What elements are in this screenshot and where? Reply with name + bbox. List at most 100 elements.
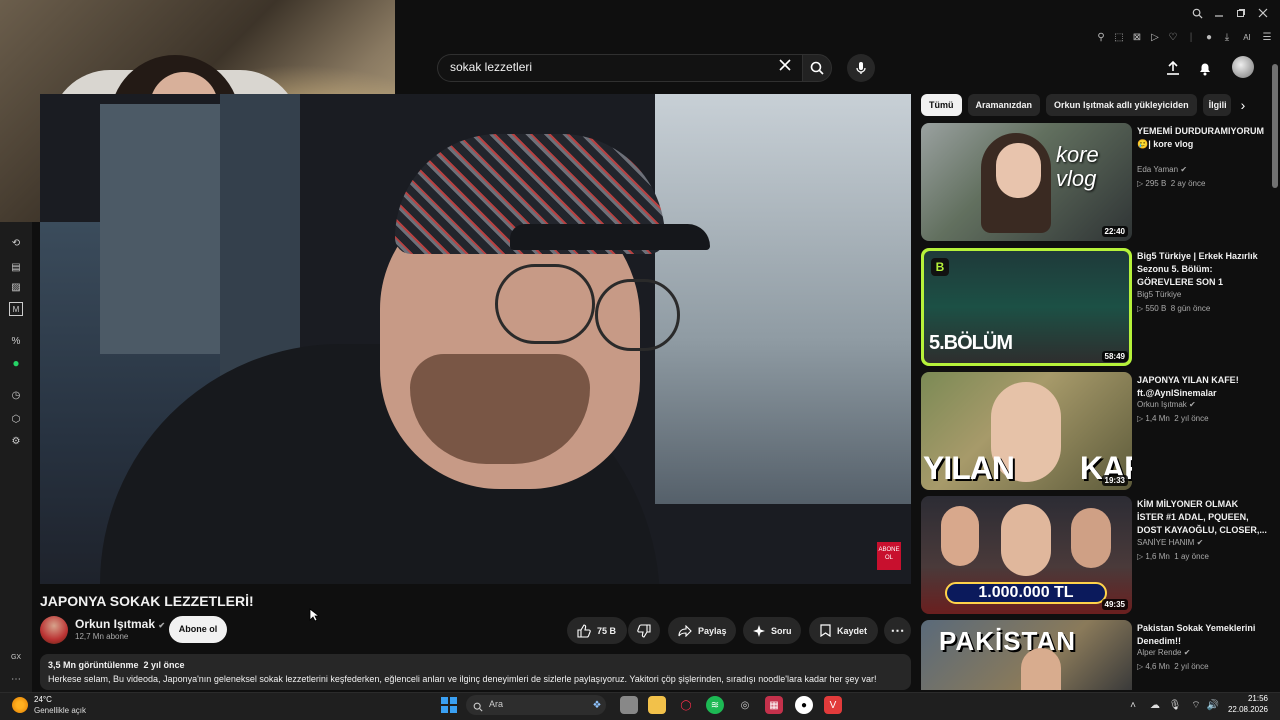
save-button[interactable]: Kaydet <box>809 617 878 644</box>
video-thumbnail[interactable]: YILAN KAFE 19:33 <box>921 372 1132 490</box>
taskbar-search[interactable] <box>466 695 606 715</box>
vivaldi-icon[interactable]: V <box>824 696 842 714</box>
dislike-button[interactable] <box>628 617 660 644</box>
list-item[interactable]: 1.000.000 TL 49:35 KİM MİLYONER OLMAK İS… <box>921 496 1271 616</box>
opera-gx-icon[interactable]: ◯ <box>677 696 695 714</box>
bag-icon[interactable]: ▤ <box>9 260 23 274</box>
rec-title[interactable]: JAPONYA YILAN KAFE! ft.@AynlSinemalar <box>1137 374 1267 400</box>
share-button[interactable]: Paylaş <box>668 617 736 644</box>
weather-icon[interactable] <box>12 697 28 713</box>
view-count-and-date: 3,5 Mn görüntülenme 2 yıl önce <box>48 660 185 670</box>
chip-related[interactable]: İlgili <box>1202 94 1231 116</box>
rec-title[interactable]: Pakistan Sokak Yemeklerini Denedim!! <box>1137 622 1267 648</box>
rec-channel-text[interactable]: Big5 Türkiye <box>1137 290 1181 299</box>
clock-time[interactable]: 21:56 <box>1238 694 1268 703</box>
more-icon[interactable]: ⋯ <box>9 672 23 686</box>
verified-icon: ✔ <box>1183 648 1191 657</box>
search-button[interactable] <box>802 54 832 82</box>
video-thumbnail[interactable]: kore vlog 22:40 <box>921 123 1132 241</box>
window-controls <box>1188 4 1272 22</box>
history-icon[interactable]: ⟲ <box>9 236 23 250</box>
play-icon[interactable]: ▷ <box>1146 28 1164 46</box>
list-item[interactable]: kore vlog 22:40 YEMEMİ DURDURAMIYORUM🥲| … <box>921 123 1271 243</box>
rec-channel-text[interactable]: Eda Yaman <box>1137 165 1178 174</box>
twitch-icon[interactable]: ▨ <box>9 280 23 294</box>
chip-from-search[interactable]: Aramanızdan <box>967 94 1041 116</box>
ask-button[interactable]: Soru <box>743 617 801 644</box>
windows-start-icon[interactable] <box>441 697 457 713</box>
percent-icon[interactable]: % <box>9 334 23 348</box>
ai-button[interactable]: AI <box>1236 28 1258 46</box>
menu-icon[interactable]: ☰ <box>1258 28 1276 46</box>
settings-gear-icon[interactable]: ⚙ <box>9 434 23 448</box>
video-thumbnail[interactable]: PAKİSTAN <box>921 620 1132 690</box>
obs-icon[interactable]: ● <box>795 696 813 714</box>
heart-icon[interactable]: ♡ <box>1164 28 1182 46</box>
thumbs-down-icon <box>637 623 651 638</box>
video-player[interactable]: ABONE OL <box>40 94 911 584</box>
task-view-icon[interactable]: ❖ <box>588 696 606 714</box>
list-item[interactable]: PAKİSTAN Pakistan Sokak Yemeklerini Dene… <box>921 620 1271 690</box>
rec-age: 2 ay önce <box>1170 179 1206 188</box>
subscribe-watermark-badge[interactable]: ABONE OL <box>877 542 901 570</box>
search-icon[interactable] <box>1188 4 1206 22</box>
minimize-icon[interactable] <box>1210 4 1228 22</box>
search-query: sokak lezzetleri <box>450 60 533 74</box>
chip-all[interactable]: Tümü <box>921 94 962 116</box>
chrome-icon[interactable]: ◎ <box>736 696 754 714</box>
clock-icon[interactable]: ◷ <box>9 388 23 402</box>
chevron-up-icon[interactable]: ˄ <box>1124 696 1142 714</box>
rec-channel[interactable]: SANİYE HANIM ✔ <box>1137 538 1203 547</box>
rec-channel-text[interactable]: SANİYE HANIM <box>1137 538 1194 547</box>
channel-avatar[interactable] <box>40 616 68 644</box>
user-avatar[interactable] <box>1232 56 1254 78</box>
crop-icon[interactable]: ⬚ <box>1110 28 1128 46</box>
rec-channel-text[interactable]: Alper Rende <box>1137 648 1181 657</box>
spotify-icon[interactable]: ≋ <box>706 696 724 714</box>
file-explorer-icon[interactable] <box>620 696 638 714</box>
wifi-icon[interactable]: ⌔ <box>1187 696 1205 714</box>
whatsapp-icon[interactable]: ● <box>9 356 23 370</box>
rec-channel[interactable]: Big5 Türkiye <box>1137 290 1181 299</box>
channel-name[interactable]: Orkun Işıtmak ✔ <box>75 617 165 631</box>
video-thumbnail[interactable]: 1.000.000 TL 49:35 <box>921 496 1132 614</box>
like-button[interactable]: 75 B <box>567 617 627 644</box>
office-icon[interactable]: ▦ <box>765 696 783 714</box>
voice-search-button[interactable] <box>847 54 875 82</box>
rec-channel[interactable]: Eda Yaman ✔ <box>1137 165 1187 174</box>
cube-icon[interactable]: ⬡ <box>9 412 23 426</box>
subscribe-button[interactable]: Abone ol <box>169 616 227 643</box>
pin-icon[interactable]: ⚲ <box>1092 28 1110 46</box>
chevron-right-icon[interactable]: › <box>1234 96 1252 114</box>
gx-logo-icon[interactable]: GX <box>9 650 23 664</box>
chip-from-uploader[interactable]: Orkun Işıtmak adlı yükleyiciden <box>1046 94 1197 116</box>
list-item[interactable]: B 5.BÖLÜM 58:49 Big5 Türkiye | Erkek Haz… <box>921 248 1271 368</box>
rec-title[interactable]: YEMEMİ DURDURAMIYORUM🥲| kore vlog <box>1137 125 1267 151</box>
folder-icon[interactable] <box>648 696 666 714</box>
clock-date[interactable]: 22.08.2026 <box>1218 705 1268 714</box>
close-window-icon[interactable] <box>1254 4 1272 22</box>
channel-name-text[interactable]: Orkun Işıtmak <box>75 617 155 631</box>
rec-channel-text[interactable]: Orkun Işıtmak <box>1137 400 1187 409</box>
rec-title[interactable]: KİM MİLYONER OLMAK İSTER #1 ADAL, PQUEEN… <box>1137 498 1267 537</box>
weather-temperature[interactable]: 24°C <box>34 695 52 704</box>
rec-channel[interactable]: Alper Rende ✔ <box>1137 648 1190 657</box>
onedrive-icon[interactable]: ☁ <box>1146 696 1164 714</box>
upload-icon[interactable] <box>1161 56 1185 80</box>
more-actions-button[interactable]: ⋯ <box>884 617 911 644</box>
m-icon[interactable]: M <box>9 302 23 316</box>
account-icon[interactable]: ● <box>1200 28 1218 46</box>
rec-title[interactable]: Big5 Türkiye | Erkek Hazırlık Sezonu 5. … <box>1137 250 1267 289</box>
weather-condition[interactable]: Genellikle açık <box>34 706 86 715</box>
clear-search-icon[interactable] <box>776 58 794 76</box>
notifications-bell-icon[interactable] <box>1193 56 1217 80</box>
scrollbar-thumb[interactable] <box>1272 64 1278 188</box>
restore-icon[interactable] <box>1232 4 1250 22</box>
rec-channel[interactable]: Orkun Işıtmak ✔ <box>1137 400 1196 409</box>
list-item[interactable]: YILAN KAFE 19:33 JAPONYA YILAN KAFE! ft.… <box>921 372 1271 492</box>
rec-age: 8 gün önce <box>1170 304 1211 313</box>
video-thumbnail[interactable]: B 5.BÖLÜM 58:49 <box>921 248 1132 366</box>
box-icon[interactable]: ⊠ <box>1128 28 1146 46</box>
download-icon[interactable]: ⤓ <box>1218 28 1236 46</box>
microphone-icon[interactable]: 🎙 <box>1166 696 1184 714</box>
